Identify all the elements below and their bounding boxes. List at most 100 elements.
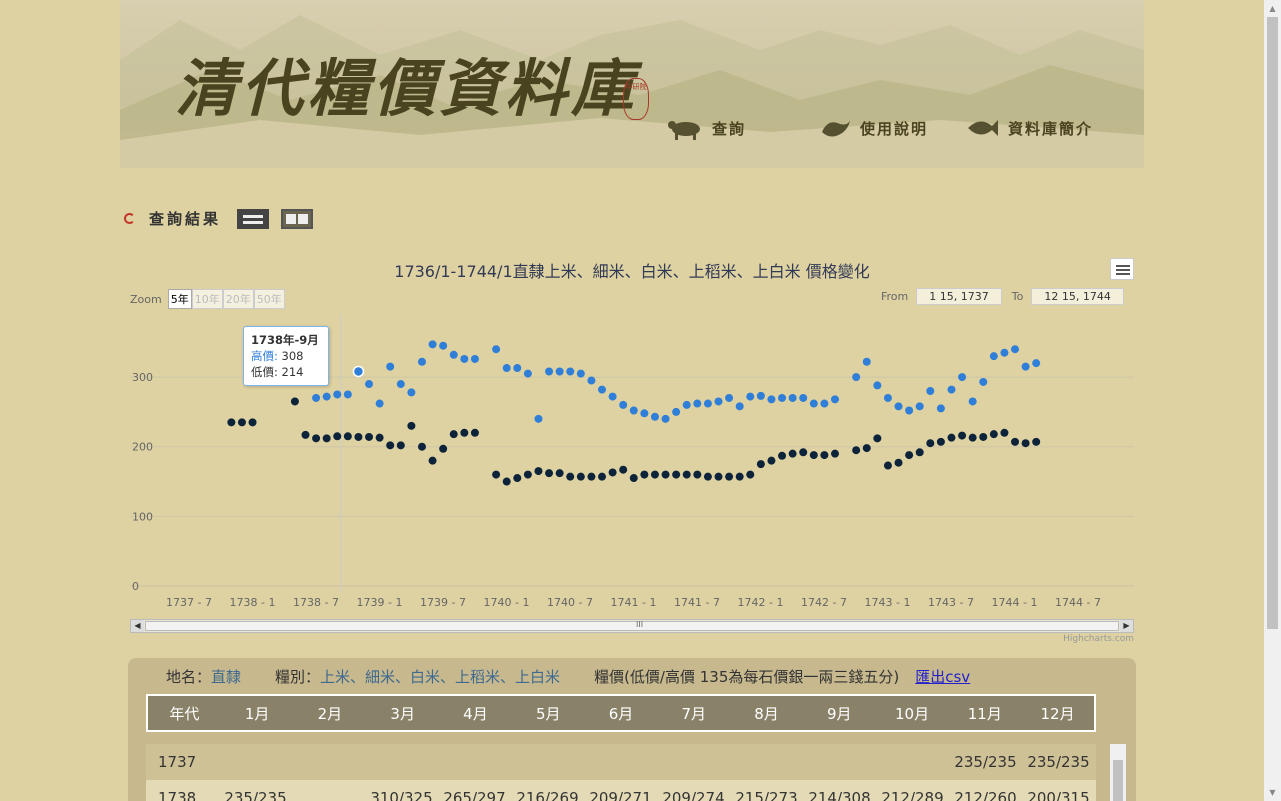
low-price-point	[290, 397, 299, 406]
high-price-point	[894, 402, 903, 411]
table-cell: 209/271	[589, 789, 652, 801]
price-chart: 1736/1-1744/1直隸上米、細米、白米、上稻米、上白米 價格變化 Zoo…	[122, 250, 1142, 650]
low-price-point	[322, 434, 331, 443]
high-price-point	[756, 391, 765, 400]
x-tick-label: 1738 - 7	[293, 596, 339, 609]
table-row: 1738 235/235 310/325 265/297 216/269 209/271 2…	[146, 780, 1096, 801]
low-price-point	[439, 444, 448, 453]
nav-about[interactable]: 資料庫簡介	[962, 116, 1093, 140]
column-header: 5月	[535, 704, 561, 723]
low-price-point	[767, 456, 776, 465]
low-price-point	[788, 449, 797, 458]
high-price-point	[979, 377, 988, 386]
low-price-point	[513, 474, 522, 483]
low-price-point	[407, 421, 416, 430]
table-cell: 200/315	[1027, 789, 1090, 801]
low-price-point	[237, 418, 246, 427]
column-header: 4月	[463, 704, 488, 723]
page-scrollbar[interactable]: ▲ ▼	[1264, 0, 1281, 801]
scroll-right-icon[interactable]: ▶	[1120, 620, 1133, 632]
scroll-up-icon[interactable]: ▲	[1264, 0, 1281, 17]
high-price-point	[883, 393, 892, 402]
high-price-point	[492, 345, 501, 354]
high-price-point	[333, 390, 342, 399]
column-header: 7月	[681, 704, 707, 723]
high-price-point	[778, 393, 787, 402]
tooltip-high-label: 高價	[251, 349, 274, 363]
seal-stamp: 中研院	[623, 78, 649, 120]
low-price-point	[693, 470, 702, 479]
low-price-point	[587, 472, 596, 481]
chart-plot-area[interactable]: 0 100 200 300 1737 - 7 1738 - 1 1738 - 7 1739 -…	[122, 250, 1142, 620]
high-price-point	[809, 399, 818, 408]
low-price-point	[354, 432, 363, 441]
high-price-point	[629, 406, 638, 415]
split-view-button[interactable]	[281, 208, 314, 229]
low-price-point	[608, 468, 617, 477]
low-price-point	[852, 446, 861, 455]
x-tick-label: 1740 - 7	[547, 596, 593, 609]
chart-tooltip: 1738年-9月 高價: 308 低價: 214	[243, 326, 329, 386]
x-tick-label: 1741 - 7	[674, 596, 720, 609]
high-price-point	[725, 393, 734, 402]
low-price-point	[894, 458, 903, 467]
high-price-point	[322, 392, 331, 401]
high-price-point	[407, 388, 416, 397]
low-price-point	[417, 442, 426, 451]
low-price-point	[968, 433, 977, 442]
place-label: 地名：	[166, 668, 212, 686]
table-cell: 215/273	[735, 789, 798, 801]
table-meta: 地名：直隸 糧別：上米、細米、白米、上稻米、上白米 糧價(低價/高價 135為每…	[166, 666, 970, 687]
nav-usage[interactable]: 使用說明	[814, 116, 928, 140]
grain-label: 糧別：	[275, 668, 321, 686]
high-price-point	[312, 393, 321, 402]
high-price-point	[915, 402, 924, 411]
place-value: 直隸	[211, 668, 242, 686]
y-tick-label: 300	[132, 371, 153, 384]
low-price-point	[883, 461, 892, 470]
high-price-point	[640, 409, 649, 418]
low-price-point	[640, 470, 649, 479]
high-price-point	[460, 354, 469, 363]
high-price-point	[608, 392, 617, 401]
tooltip-low-label: 低價	[251, 365, 274, 379]
high-price-point	[365, 380, 374, 389]
x-tick-label: 1743 - 7	[928, 596, 974, 609]
spinner-icon	[124, 213, 135, 224]
high-price-point	[502, 364, 511, 373]
low-price-point	[661, 470, 670, 479]
low-price-point	[746, 470, 755, 479]
high-price-point	[1011, 345, 1020, 354]
x-tick-label: 1742 - 7	[801, 596, 847, 609]
scrollbar-thumb[interactable]: III	[145, 620, 1119, 631]
low-price-point	[227, 418, 236, 427]
x-tick-label: 1742 - 1	[738, 596, 784, 609]
high-price-point	[820, 399, 829, 408]
chart-navigator-scrollbar[interactable]: ◀ III ▶	[130, 619, 1134, 633]
low-price-point	[576, 472, 585, 481]
nav-usage-label: 使用說明	[860, 119, 929, 138]
table-cell: 265/297	[443, 789, 506, 801]
low-price-point	[629, 474, 638, 483]
high-price-point	[576, 369, 585, 378]
scroll-left-icon[interactable]: ◀	[131, 620, 144, 632]
y-tick-label: 100	[132, 510, 153, 523]
low-price-point	[650, 470, 659, 479]
single-view-button[interactable]	[237, 208, 270, 229]
low-price-point	[947, 433, 956, 442]
scroll-down-icon[interactable]: ▼	[1264, 784, 1281, 801]
page-scrollbar-thumb[interactable]	[1267, 17, 1278, 629]
table-cell: 235/235	[1027, 753, 1090, 771]
export-csv-link[interactable]: 匯出csv	[915, 666, 970, 687]
low-price-point	[566, 472, 575, 481]
high-price-point	[417, 357, 426, 366]
highcharts-credit[interactable]: Highcharts.com	[1063, 634, 1134, 644]
high-price-point	[513, 364, 522, 373]
table-scrollbar[interactable]	[1110, 744, 1126, 801]
high-price-point	[555, 367, 564, 376]
x-tick-label: 1744 - 1	[992, 596, 1038, 609]
nav-query[interactable]: 查詢	[666, 116, 746, 140]
low-price-point	[989, 430, 998, 439]
tooltip-title: 1738年-9月	[251, 333, 319, 347]
table-scrollbar-thumb[interactable]	[1113, 760, 1123, 801]
